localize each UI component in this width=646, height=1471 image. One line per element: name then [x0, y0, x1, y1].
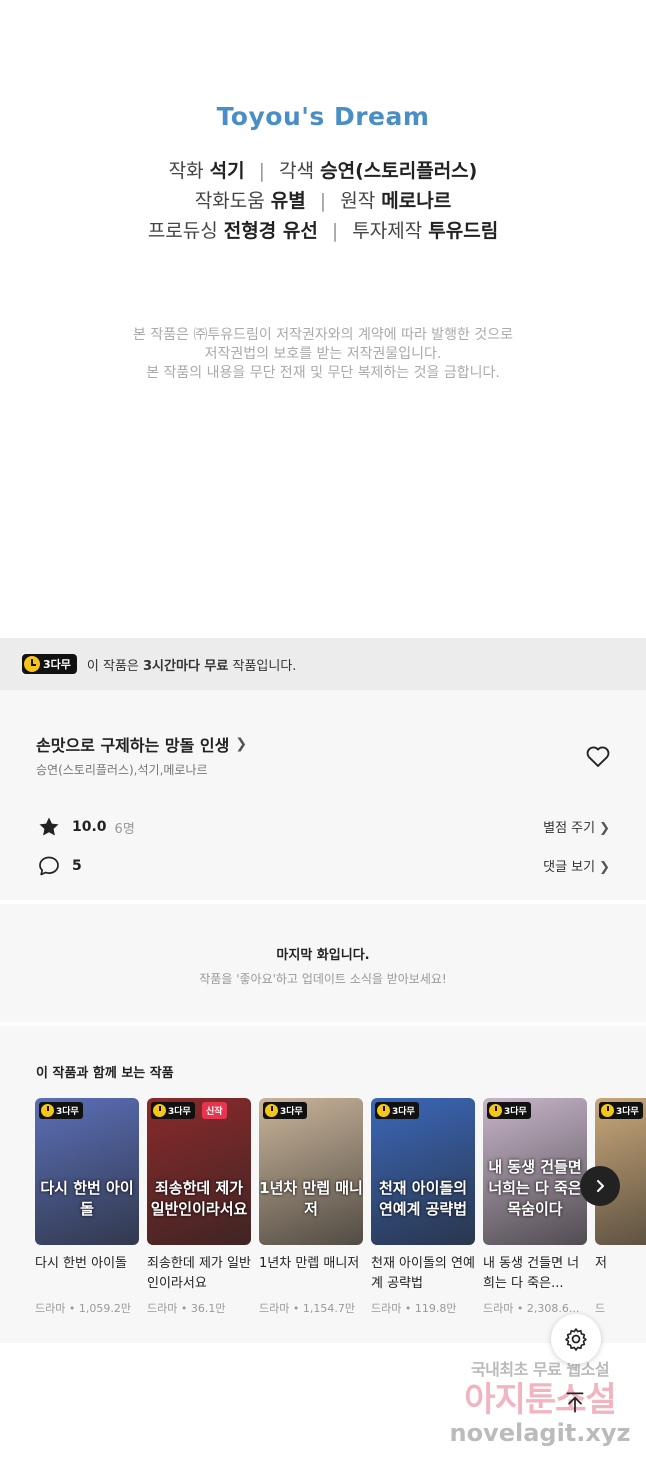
recommendation-card[interactable]: 3다무내 동생 건들면 너희는 다 죽은 목숨이다내 동생 건들면 너희는 다 … [483, 1098, 587, 1316]
wait-free-badge: 3다무 [39, 1102, 83, 1119]
comment-count: 5 [72, 858, 82, 874]
clock-icon [153, 1104, 166, 1117]
free-banner: 3다무 이 작품은 3시간마다 무료 작품입니다. [0, 638, 646, 690]
recommendation-meta: 드라마 • 1,154.7만 [259, 1302, 355, 1315]
view-comments-button[interactable]: 댓글 보기 ❯ [543, 856, 610, 875]
recommendation-meta: 드라마 • 119.8만 [371, 1302, 457, 1315]
credit-line-1: 작화 석기 | 각색 승연(스토리플러스) [168, 160, 478, 182]
work-authors: 승연(스토리플러스),석기,메로나르 [36, 763, 208, 777]
credits-page: Toyou's Dream 작화 석기 | 각색 승연(스토리플러스) 작화도움… [0, 0, 646, 638]
wait-free-badge: 3다무 [151, 1102, 195, 1119]
credit-label: 투자제작 [352, 220, 423, 242]
wait-free-badge: 3다무 [22, 654, 77, 674]
chevron-right-icon: ❯ [235, 736, 248, 752]
rating-value: 10.0 [72, 819, 107, 835]
wait-free-badge: 3다무 [263, 1102, 307, 1119]
free-banner-text: 이 작품은 3시간마다 무료 작품입니다. [86, 658, 297, 674]
cover-art-title: 1년차 만렙 매니저 [259, 1179, 363, 1218]
chevron-right-icon: ❯ [599, 821, 610, 836]
clock-icon [24, 656, 40, 672]
recommendation-title: 천재 아이돌의 연예계 공략법 [371, 1256, 475, 1291]
credit-line-3: 프로듀싱 전형경 유선 | 투자제작 투유드림 [147, 220, 499, 242]
clock-icon [377, 1104, 390, 1117]
rating-row: 10.0 6명 [36, 814, 135, 840]
comments-row: 5 [36, 853, 90, 879]
clock-icon [489, 1104, 502, 1117]
site-watermark: 국내최초 무료 웹소설 아지툰소설 novelagit.xyz [449, 1360, 631, 1447]
recommendation-meta: 드 [595, 1302, 606, 1315]
scroll-to-top-button[interactable] [557, 1384, 593, 1420]
chevron-right-icon [597, 1180, 604, 1192]
recommendation-carousel: 3다무 다시 한번 아이돌 다시 한번 아이돌 드라마 • 1,059.2만 3다무 신작… [35, 1098, 646, 1316]
recommendation-title: 죄송한데 제가 일반인이라서요 [147, 1256, 251, 1291]
wait-free-badge: 3다무 [375, 1102, 419, 1119]
like-heart-icon[interactable] [584, 742, 612, 770]
work-title: 손맛으로 구제하는 망돌 인생 [36, 736, 230, 755]
credit-label: 작화 [168, 160, 204, 182]
cover-art-title: 다시 한번 아이돌 [40, 1179, 134, 1218]
recommendations-heading: 이 작품과 함께 보는 작품 [36, 1066, 174, 1081]
chevron-right-icon: ❯ [599, 860, 610, 875]
credit-label: 원작 [340, 190, 376, 212]
cover-art-title: 죄송한데 제가 일반인이라서요 [150, 1179, 248, 1218]
credit-value: 유별 [270, 190, 306, 212]
recommendation-thumbnail: 3다무다시 한번 아이돌 [35, 1098, 139, 1245]
recommendation-meta: 드라마 • 36.1만 [147, 1302, 226, 1315]
last-episode-subtitle: 작품을 '좋아요'하고 업데이트 소식을 받아보세요! [199, 972, 447, 986]
clock-icon [601, 1104, 614, 1117]
work-title-link[interactable]: 손맛으로 구제하는 망돌 인생 ❯ [36, 732, 247, 756]
credit-line-2: 작화도움 유별 | 원작 메로나르 [194, 190, 452, 212]
clock-icon [41, 1104, 54, 1117]
rating-count: 6명 [114, 821, 135, 837]
recommendation-card[interactable]: 3다무 다시 한번 아이돌 다시 한번 아이돌 드라마 • 1,059.2만 [35, 1098, 139, 1316]
recommendation-thumbnail: 3다무 1년차 만렙 매니저 [259, 1098, 363, 1245]
copyright-notice: 본 작품은 ㈜투유드림이 저작권자와의 계약에 따라 발행한 것으로 저작권법의… [132, 327, 514, 381]
recommendation-card[interactable]: 3다무 천재 아이돌의 연예계 공략법 천재 아이돌의 연예계 공략법 드라마 • 1… [371, 1098, 475, 1316]
arrow-up-icon [566, 1392, 584, 1413]
recommendation-title: 내 동생 건들면 너희는 다 죽은... [483, 1256, 580, 1291]
recommendation-thumbnail: 3다무 신작죄송한데 제가 일반인이라서요 [147, 1098, 251, 1245]
recommendation-thumbnail: 3다무천재 아이돌의 연예계 공략법 [371, 1098, 475, 1245]
recommendation-thumbnail: 3다무내 동생 건들면 너희는 다 죽은 목숨이다 [483, 1098, 587, 1245]
new-badge: 신작 [202, 1102, 227, 1119]
credit-value: 전형경 유선 [223, 220, 318, 242]
last-episode-notice: 마지막 화입니다. 작품을 '좋아요'하고 업데이트 소식을 받아보세요! [0, 904, 646, 1022]
last-episode-title: 마지막 화입니다. [276, 948, 370, 963]
recommendation-title: 저 [595, 1256, 607, 1271]
recommendation-card[interactable]: 3다무 신작 죄송한데 제가 일반인이라서요 죄송한데 제가 일반인이라서요 드라마 •… [147, 1098, 251, 1316]
recommendation-title: 1년차 만렙 매니저 [259, 1256, 360, 1271]
cover-art-title: 천재 아이돌의 연예계 공략법 [378, 1179, 468, 1218]
credit-label: 작화도움 [194, 190, 265, 212]
credit-label: 프로듀싱 [147, 220, 218, 242]
cover-art-title: 내 동생 건들면 너희는 다 죽은 목숨이다 [488, 1158, 582, 1218]
comment-bubble-icon [36, 853, 62, 879]
recommendation-card[interactable]: 3다무저드 [595, 1098, 646, 1316]
studio-logo: Toyou's Dream [216, 102, 430, 131]
recommendations-section: 이 작품과 함께 보는 작품 3다무 다시 한번 아이돌 다시 한번 아이돌 드라마 … [0, 1026, 646, 1343]
recommendation-card[interactable]: 3다무 1년차 만렙 매니저 1년차 만렙 매니저드라마 • 1,154.7만 [259, 1098, 363, 1316]
wait-free-badge: 3다무 [487, 1102, 531, 1119]
recommendation-title: 다시 한번 아이돌 [35, 1256, 127, 1271]
carousel-next-button[interactable] [580, 1166, 620, 1206]
recommendation-meta: 드라마 • 1,059.2만 [35, 1302, 131, 1315]
credit-value: 석기 [209, 160, 245, 182]
credit-value: 메로나르 [381, 190, 452, 212]
credit-value: 승연(스토리플러스) [320, 160, 478, 182]
work-info-panel: 손맛으로 구제하는 망돌 인생 ❯ 승연(스토리플러스),석기,메로나르 10.… [0, 690, 646, 900]
credit-value: 투유드림 [428, 220, 499, 242]
credit-label: 각색 [279, 160, 315, 182]
clock-icon [265, 1104, 278, 1117]
settings-button[interactable] [551, 1314, 601, 1364]
wait-free-badge: 3다무 [599, 1102, 643, 1119]
rate-button[interactable]: 별점 주기 ❯ [543, 817, 610, 836]
gear-icon [565, 1328, 587, 1351]
star-icon [36, 814, 62, 840]
